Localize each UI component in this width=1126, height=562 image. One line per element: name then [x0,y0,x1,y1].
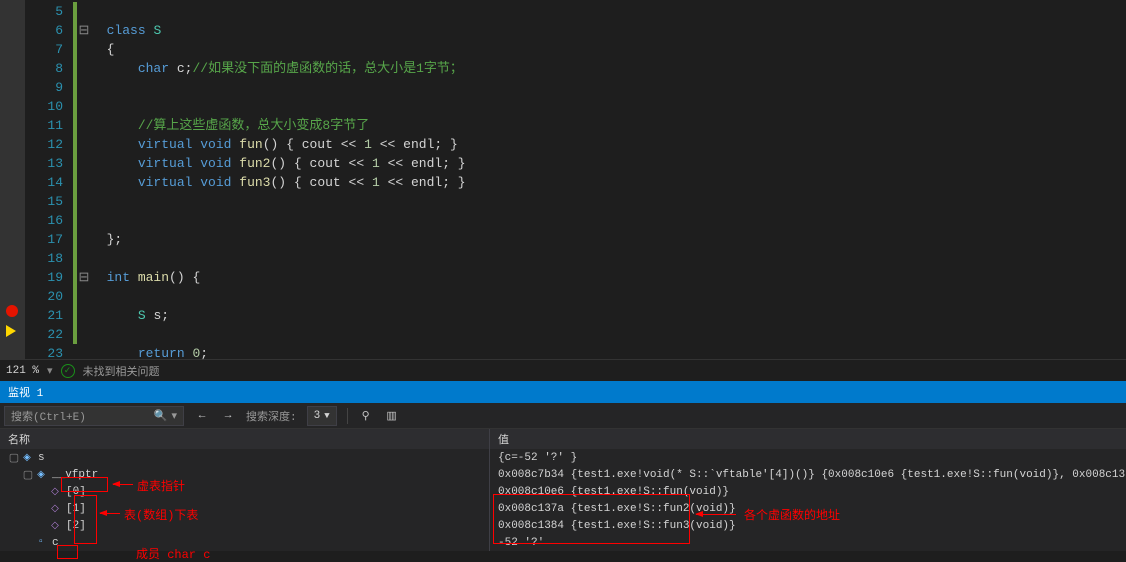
code-line[interactable]: char c;//如果没下面的虚函数的话，总大小是1字节； [77,59,1126,78]
field-icon: ▫ [34,536,48,550]
var-value: 0x008c10e6 {test1.exe!S::fun(void)} [490,483,1126,500]
watch-row[interactable]: ▢◈ s {c=-52 '?' } [0,449,1126,466]
code-line[interactable] [77,2,1126,21]
code-line[interactable]: ⊟ int main() { [77,268,1126,287]
cube-icon: ◈ [20,451,34,465]
code-editor[interactable]: 567891011121314151617181920212223 ⊟ clas… [0,0,1126,359]
search-icon[interactable]: 🔍 [154,409,168,423]
depth-label: 搜索深度: [246,408,297,424]
var-name: s [38,452,45,464]
line-numbers: 567891011121314151617181920212223 [25,0,73,359]
search-placeholder: 搜索(Ctrl+E) [11,408,86,424]
zoom-dropdown-icon[interactable]: ▾ [47,364,53,378]
var-value: -52 '?' [490,534,1126,551]
nav-prev-icon[interactable]: ← [194,408,210,424]
depth-select[interactable]: 3 ▼ [307,406,337,426]
diamond-icon: ◇ [48,502,62,516]
tree-toggle-icon[interactable]: ▢ [22,468,34,482]
var-name: c [52,537,59,549]
tree-toggle-icon[interactable]: ▢ [8,451,20,465]
var-value: 0x008c137a {test1.exe!S::fun2(void)} [490,500,1126,517]
code-line[interactable] [77,325,1126,344]
diamond-icon: ◇ [48,485,62,499]
gutter-margin[interactable] [0,0,25,359]
code-line[interactable] [77,249,1126,268]
current-line-arrow [6,325,16,337]
code-line[interactable]: { [77,40,1126,59]
var-name: [0] [66,486,86,498]
code-line[interactable] [77,211,1126,230]
var-value: {c=-52 '?' } [490,449,1126,466]
var-name: __vfptr [52,469,98,481]
nav-next-icon[interactable]: → [220,408,236,424]
var-name: [2] [66,520,86,532]
breakpoint-marker[interactable] [6,305,18,317]
zoom-level[interactable]: 121 % [6,365,39,377]
diamond-icon: ◇ [48,519,62,533]
filter-icon[interactable]: ⚲ [358,408,374,424]
code-line[interactable]: ⊟ class S [77,21,1126,40]
check-icon: ✓ [61,364,75,378]
watch-row[interactable]: ◇ [1] 0x008c137a {test1.exe!S::fun2(void)} [0,500,1126,517]
var-value: 0x008c7b34 {test1.exe!void(* S::`vftable… [490,466,1126,483]
code-line[interactable]: virtual void fun2() { cout << 1 << endl;… [77,154,1126,173]
watch-row[interactable]: ◇ [0] 0x008c10e6 {test1.exe!S::fun(void)} [0,483,1126,500]
code-line[interactable]: //算上这些虚函数，总大小变成8字节了 [77,116,1126,135]
cube-icon: ◈ [34,468,48,482]
code-line[interactable] [77,97,1126,116]
watch-row[interactable]: ◇ [2] 0x008c1384 {test1.exe!S::fun3(void)} [0,517,1126,534]
code-line[interactable]: virtual void fun3() { cout << 1 << endl;… [77,173,1126,192]
code-line[interactable]: return 0; [77,344,1126,363]
var-name: [1] [66,503,86,515]
chevron-down-icon: ▼ [324,411,329,421]
code-line[interactable]: S s; [77,306,1126,325]
code-content[interactable]: ⊟ class S { char c;//如果没下面的虚函数的话，总大小是1字节… [73,0,1126,359]
search-dropdown-icon[interactable]: ▾ [171,409,177,423]
watch-rows: ▢◈s{c=-52 '?' }▢◈__vfptr0x008c7b34 {test… [0,449,1126,551]
watch-title: 监视 1 [8,384,43,400]
issues-status: 未找到相关问题 [83,363,160,379]
watch-row[interactable]: ▫ c -52 '?' [0,534,1126,551]
watch-row[interactable]: ▢◈ __vfptr 0x008c7b34 {test1.exe!void(* S:… [0,466,1126,483]
watch-header[interactable]: 监视 1 [0,381,1126,403]
col-header-name[interactable]: 名称 [0,429,490,449]
watch-columns-header: 名称 值 [0,429,1126,449]
var-value: 0x008c1384 {test1.exe!S::fun3(void)} [490,517,1126,534]
code-line[interactable]: virtual void fun() { cout << 1 << endl; … [77,135,1126,154]
watch-panel: 监视 1 搜索(Ctrl+E) 🔍 ▾ ← → 搜索深度: 3 ▼ ⚲ ▥ 名称… [0,381,1126,551]
watch-toolbar: 搜索(Ctrl+E) 🔍 ▾ ← → 搜索深度: 3 ▼ ⚲ ▥ [0,403,1126,429]
code-line[interactable]: }; [77,230,1126,249]
code-line[interactable] [77,192,1126,211]
search-input[interactable]: 搜索(Ctrl+E) 🔍 ▾ [4,406,184,426]
columns-icon[interactable]: ▥ [384,408,400,424]
code-line[interactable] [77,78,1126,97]
code-line[interactable] [77,287,1126,306]
col-header-value[interactable]: 值 [490,429,1126,449]
